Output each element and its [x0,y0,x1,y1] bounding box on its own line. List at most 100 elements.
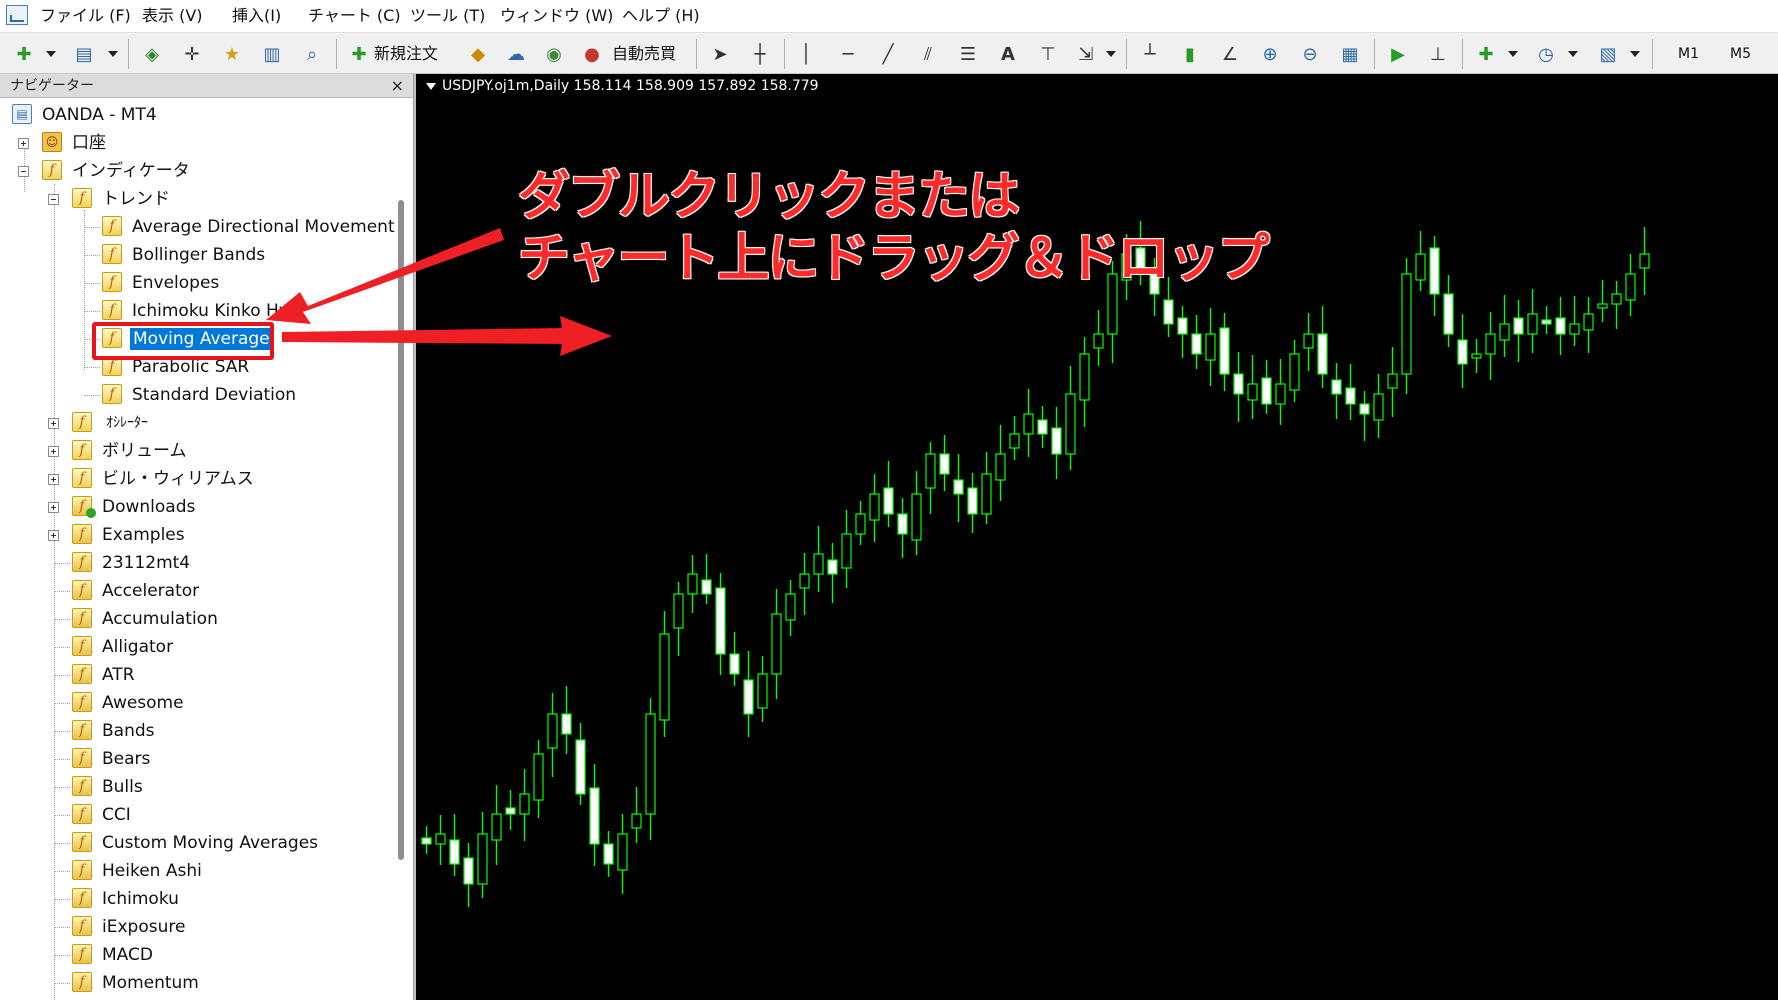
indicators-icon[interactable]: ✚ [1472,40,1500,68]
new-order-button[interactable]: 新規注文 [374,40,438,68]
custom-indicator-item[interactable]: f CCI [54,802,394,828]
profiles-icon[interactable]: ▤ [70,40,98,68]
tree-item-std-dev[interactable]: f Standard Deviation [84,382,413,408]
navigator-scrollbar[interactable] [398,200,404,860]
custom-indicator-label: Ichimoku [102,889,179,909]
candle-body [1261,377,1272,405]
chevron-down-icon[interactable] [108,51,118,57]
expand-icon[interactable] [18,138,29,149]
custom-indicator-item[interactable]: f iExposure [54,914,394,940]
expand-icon[interactable] [48,530,59,541]
chevron-down-icon[interactable] [46,51,56,57]
close-icon[interactable]: × [391,74,404,98]
expand-icon[interactable] [48,446,59,457]
cursor-icon[interactable]: ➤ [706,40,734,68]
tree-item-envelopes[interactable]: f Envelopes [84,270,413,296]
tile-windows-icon[interactable]: ▦ [1336,40,1364,68]
trendline-icon[interactable]: ╱ [874,40,902,68]
tree-root[interactable]: ▤ OANDA - MT4 [12,102,392,128]
custom-indicator-item[interactable]: f Custom Moving Averages [54,830,394,856]
candle-body [1065,393,1076,455]
options-icon[interactable]: ◉ [540,40,568,68]
custom-indicator-item[interactable]: f Accelerator [54,578,394,604]
metaeditor-icon[interactable]: ◆ [464,40,492,68]
expand-icon[interactable] [48,502,59,513]
candle-body [1093,333,1104,349]
arrows-icon[interactable]: ⇲ [1072,40,1100,68]
tree-group-downloads[interactable]: f Downloads [48,494,408,520]
custom-indicator-item[interactable]: f Bears [54,746,394,772]
horizontal-line-icon[interactable]: ─ [834,40,862,68]
line-chart-icon[interactable]: ∠ [1216,40,1244,68]
new-order-icon[interactable]: ✚ [346,40,372,68]
text-label-icon[interactable]: ⊤ [1034,40,1062,68]
custom-indicator-item[interactable]: f 23112mt4 [54,550,394,576]
custom-indicator-item[interactable]: f Alligator [54,634,394,660]
timeframe-m5[interactable]: M5 [1730,40,1751,68]
tree-accounts[interactable]: ☺ 口座 [18,130,398,156]
chevron-down-icon[interactable] [1568,51,1578,57]
custom-indicator-item[interactable]: f Accumulation [54,606,394,632]
menu-tools[interactable]: ツール (T) [410,0,485,32]
bar-chart-icon[interactable]: ┴ [1136,40,1164,68]
tree-indicators[interactable]: f インディケータ [18,158,398,184]
tree-trend[interactable]: f トレンド [48,186,408,212]
menu-chart[interactable]: チャート (C) [308,0,401,32]
terminal-icon[interactable]: ▥ [258,40,286,68]
new-chart-icon[interactable]: ✚ [10,40,38,68]
zoom-out-icon[interactable]: ⊖ [1296,40,1324,68]
tree-item-bollinger[interactable]: f Bollinger Bands [84,242,413,268]
custom-indicator-item[interactable]: f Awesome [54,690,394,716]
tree-line [54,843,70,844]
chevron-down-icon[interactable] [1106,51,1116,57]
chevron-down-icon[interactable] [1508,51,1518,57]
text-icon[interactable]: A [994,40,1022,68]
custom-indicator-item[interactable]: f Bulls [54,774,394,800]
zoom-in-icon[interactable]: ⊕ [1256,40,1284,68]
tree-line [54,927,70,928]
periods-icon[interactable]: ◷ [1532,40,1560,68]
data-window-icon[interactable]: ✛ [178,40,206,68]
timeframe-m1[interactable]: M1 [1678,40,1699,68]
navigator-icon[interactable]: ★ [218,40,246,68]
custom-indicator-item[interactable]: f Momentum [54,970,394,996]
auto-trading-icon[interactable]: ● [578,40,606,68]
expand-icon[interactable] [48,418,59,429]
tree-group-bill-williams[interactable]: f ビル・ウィリアムス [48,466,408,492]
tester-icon[interactable]: ⌕ [298,40,326,68]
terminal-icon: ▤ [12,104,32,124]
auto-scroll-icon[interactable]: ▶ [1384,40,1412,68]
collapse-icon[interactable] [18,166,29,177]
menu-file[interactable]: ファイル (F) [40,0,131,32]
market-watch-icon[interactable]: ◈ [138,40,166,68]
chart-shift-icon[interactable]: ⊥ [1424,40,1452,68]
tree-item-adx[interactable]: f Average Directional Movement I [84,214,413,240]
menu-window[interactable]: ウィンドウ (W) [500,0,613,32]
menu-help[interactable]: ヘルプ (H) [622,0,700,32]
signals-icon[interactable]: ☁ [502,40,530,68]
custom-indicator-item[interactable]: f ATR [54,662,394,688]
templates-icon[interactable]: ▧ [1594,40,1622,68]
tree-group-oscillators[interactable]: f ｵｼﾚｰﾀｰ [48,410,408,436]
custom-indicator-item[interactable]: f Bands [54,718,394,744]
custom-indicator-item[interactable]: f Heiken Ashi [54,858,394,884]
collapse-icon[interactable] [48,194,59,205]
expand-icon[interactable] [48,474,59,485]
auto-trading-button[interactable]: 自動売買 [612,40,676,68]
crosshair-icon[interactable]: ┼ [746,40,774,68]
tree-group-examples[interactable]: f Examples [48,522,408,548]
candle-body [645,713,656,815]
fibonacci-icon[interactable]: ☰ [954,40,982,68]
tree-item-ichimoku[interactable]: f Ichimoku Kinko Hyo [84,298,413,324]
tree-group-volumes[interactable]: f ボリューム [48,438,408,464]
vertical-line-icon[interactable]: │ [792,40,820,68]
dropdown-triangle-icon[interactable] [426,82,436,90]
equidistant-channel-icon[interactable]: ⫽ [914,40,942,68]
custom-indicator-item[interactable]: f Ichimoku [54,886,394,912]
chevron-down-icon[interactable] [1630,51,1640,57]
candlestick-icon[interactable]: ▮ [1176,40,1204,68]
menu-insert[interactable]: 挿入(I) [232,0,281,32]
toolbar-separator [1374,39,1375,69]
menu-view[interactable]: 表示 (V) [142,0,203,32]
custom-indicator-item[interactable]: f MACD [54,942,394,968]
